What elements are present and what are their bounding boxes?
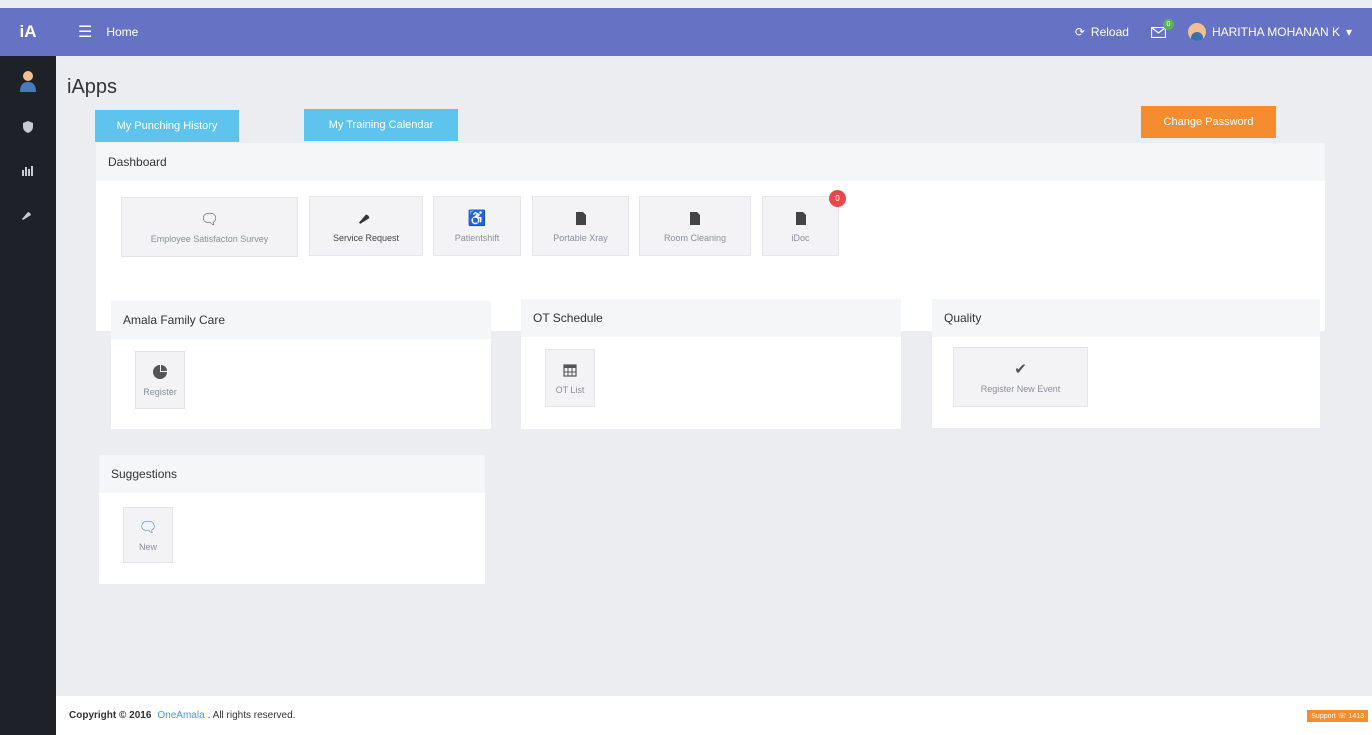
footer: Copyright © 2016 OneAmala . All rights r… xyxy=(56,696,1372,735)
tile-label: Service Request xyxy=(332,233,400,243)
rights-text: . All rights reserved. xyxy=(207,710,296,721)
comment-icon: 🗨 xyxy=(199,211,220,228)
dashboard-heading: Dashboard xyxy=(96,143,1325,181)
employee-survey-tile[interactable]: 🗨 Employee Satisfacton Survey xyxy=(121,197,298,257)
main-content: iApps My Punching History My Training Ca… xyxy=(56,56,1372,696)
suggestions-panel: Suggestions 🗨 New xyxy=(99,455,485,584)
messages-button[interactable]: 0 xyxy=(1150,18,1174,38)
ot-list-tile[interactable]: OT List xyxy=(545,349,595,407)
file-icon xyxy=(575,209,586,227)
bar-chart-icon[interactable] xyxy=(17,160,39,182)
tile-label: Room Cleaning xyxy=(663,233,727,243)
file-icon xyxy=(795,209,806,227)
tile-label: Register xyxy=(143,387,177,397)
new-suggestion-tile[interactable]: 🗨 New xyxy=(123,507,173,563)
idoc-tile[interactable]: iDoc 0 xyxy=(762,190,846,256)
wrench-icon xyxy=(359,209,373,227)
ot-schedule-panel: OT Schedule OT List xyxy=(521,299,901,429)
tile-label: Employee Satisfacton Survey xyxy=(150,234,269,244)
room-cleaning-tile[interactable]: Room Cleaning xyxy=(639,196,751,256)
patientshift-tile[interactable]: ♿ Patientshift xyxy=(433,196,521,256)
message-count-badge: 0 xyxy=(1162,18,1174,30)
shield-icon[interactable] xyxy=(17,116,39,138)
check-icon: ✔ xyxy=(1014,361,1027,378)
chevron-down-icon: ▾ xyxy=(1345,25,1352,39)
tile-label: OT List xyxy=(555,385,585,395)
reload-label: Reload xyxy=(1090,25,1129,39)
suggestions-heading: Suggestions xyxy=(99,455,485,493)
punching-history-button[interactable]: My Punching History xyxy=(95,110,239,142)
change-password-button[interactable]: Change Password xyxy=(1141,106,1276,138)
comment-icon: 🗨 xyxy=(138,519,158,536)
brand-logo[interactable]: iA xyxy=(0,8,56,56)
user-name: HARITHA MOHANAN K xyxy=(1211,25,1340,39)
portable-xray-tile[interactable]: Portable Xray xyxy=(532,196,629,256)
sidebar xyxy=(0,56,56,735)
top-navbar: iA ☰ Home ⟳ Reload 0 HARITHA MOHANAN K ▾ xyxy=(0,8,1372,56)
ot-heading: OT Schedule xyxy=(521,299,901,337)
tile-label: Patientshift xyxy=(454,233,500,243)
amala-heading: Amala Family Care xyxy=(111,301,491,339)
oneamala-link[interactable]: OneAmala xyxy=(157,710,204,721)
page-title: iApps xyxy=(67,76,118,98)
quality-heading: Quality xyxy=(932,299,1320,337)
avatar xyxy=(1187,23,1206,41)
calendar-icon xyxy=(563,361,577,379)
support-badge: Support ☏ 1413 xyxy=(1307,710,1368,722)
tile-label: Register New Event xyxy=(980,384,1061,394)
copyright-text: Copyright © 2016 xyxy=(69,710,152,721)
register-tile[interactable]: Register xyxy=(135,351,185,409)
service-request-tile[interactable]: Service Request xyxy=(309,196,423,256)
training-calendar-button[interactable]: My Training Calendar xyxy=(304,109,458,141)
user-menu[interactable]: HARITHA MOHANAN K ▾ xyxy=(1187,23,1352,41)
pie-chart-icon xyxy=(153,363,167,381)
file-icon xyxy=(690,209,700,227)
wheelchair-icon: ♿ xyxy=(467,210,487,227)
tile-label: Portable Xray xyxy=(553,233,608,243)
menu-toggle-icon[interactable]: ☰ xyxy=(78,22,92,42)
register-new-event-tile[interactable]: ✔ Register New Event xyxy=(953,347,1088,407)
breadcrumb-home[interactable]: Home xyxy=(106,25,138,39)
tile-label: New xyxy=(138,542,157,552)
wrench-icon[interactable] xyxy=(17,204,39,226)
reload-icon: ⟳ xyxy=(1074,25,1085,39)
quality-panel: Quality ✔ Register New Event xyxy=(932,299,1320,428)
tile-label: iDoc xyxy=(791,233,810,243)
reload-button[interactable]: ⟳ Reload xyxy=(1075,25,1129,39)
amala-family-care-panel: Amala Family Care Register xyxy=(111,301,491,429)
notification-badge: 0 xyxy=(829,190,846,207)
user-icon[interactable] xyxy=(16,68,40,94)
